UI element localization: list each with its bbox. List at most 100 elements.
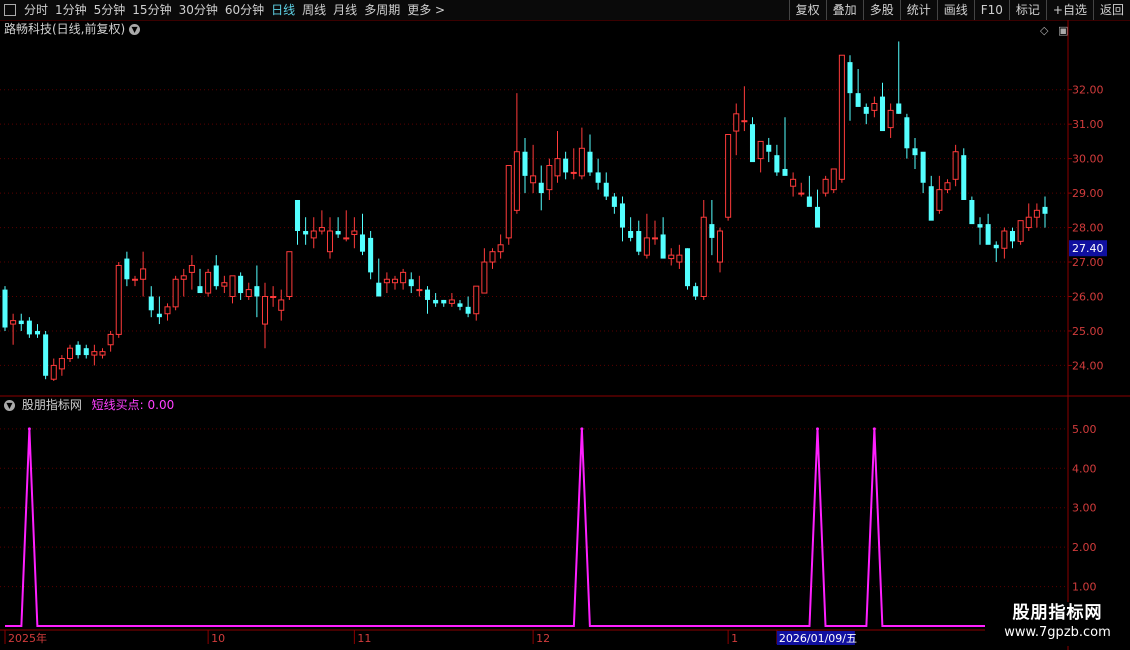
candle-body: [570, 171, 577, 174]
price-tick-label: 29.00: [1072, 187, 1104, 200]
candle-body: [465, 306, 471, 314]
candle-body: [782, 168, 788, 176]
candle-body: [148, 296, 154, 311]
candle-body: [343, 237, 350, 240]
candle-body: [424, 289, 431, 300]
candle-body: [359, 234, 366, 252]
candle-body: [538, 182, 544, 194]
price-tick-label: 25.00: [1072, 325, 1104, 338]
candle-body: [879, 96, 886, 132]
candle-body: [725, 134, 732, 218]
candle-body: [961, 155, 967, 200]
candle-body: [376, 282, 382, 297]
candle-body: [904, 117, 910, 149]
candle-body: [489, 251, 496, 263]
candle-body: [368, 237, 374, 273]
candle-body: [50, 364, 57, 380]
candle-body: [457, 303, 463, 307]
candle-body: [619, 203, 626, 228]
candle-body: [603, 182, 609, 197]
watermark-line2: www.7gpzb.com: [1004, 625, 1111, 640]
candle-body: [294, 199, 301, 232]
candle-body: [863, 106, 869, 114]
candle-body: [391, 278, 399, 284]
indicator-tick-label: 1.00: [1072, 581, 1097, 594]
candle-body: [433, 299, 439, 304]
candle-body: [709, 224, 715, 238]
date-label: 2025年: [8, 631, 47, 645]
candle-body: [643, 237, 650, 256]
candle-body: [628, 231, 634, 238]
candle-body: [636, 231, 642, 252]
candle-body: [245, 289, 252, 297]
candle-body: [595, 172, 601, 183]
candle-body: [131, 278, 139, 281]
date-label: 1: [731, 632, 738, 645]
candle-body: [75, 344, 81, 356]
candle-body: [408, 279, 414, 287]
candle-body: [1009, 231, 1016, 242]
candle-body: [26, 320, 32, 335]
candle-body: [34, 330, 41, 335]
candle-body: [741, 120, 748, 123]
indicator-peak-point: [27, 427, 31, 431]
indicator-line: [5, 428, 1045, 627]
candle-body: [254, 286, 260, 297]
candle-body: [513, 151, 520, 211]
candle-body: [58, 358, 65, 370]
candle-body: [855, 93, 861, 107]
indicator-peak-point: [816, 427, 819, 431]
candle-body: [270, 295, 277, 298]
indicator-tick-label: 5.00: [1072, 423, 1097, 436]
candle-body: [822, 178, 829, 194]
last-price-label: 27.40: [1072, 242, 1104, 255]
candle-body: [587, 151, 593, 173]
candle-body: [213, 265, 219, 287]
candle-body: [400, 271, 407, 284]
candle-body: [303, 231, 309, 235]
candle-body: [896, 103, 902, 114]
candle-body: [977, 224, 983, 228]
candle-body: [887, 109, 894, 129]
watermark-logo: 股朋指标网 www.7gpzb.com: [985, 602, 1130, 646]
candle-body: [83, 348, 89, 356]
date-highlight-label: 2026/01/09/五: [779, 632, 857, 645]
candle-body: [522, 151, 528, 176]
candle-body: [1001, 230, 1008, 249]
candle-body: [1025, 216, 1032, 229]
candle-body: [261, 295, 269, 325]
candle-body: [920, 151, 926, 183]
candle-body: [774, 155, 780, 173]
candle-body: [66, 347, 74, 360]
candle-body: [766, 144, 772, 152]
candle-body: [530, 175, 537, 184]
candle-body: [43, 334, 49, 376]
candle-body: [18, 320, 24, 325]
candle-body: [757, 140, 764, 160]
candle-body: [676, 254, 683, 263]
candle-body: [326, 230, 334, 253]
candle-body: [790, 178, 797, 187]
candle-body: [335, 231, 341, 235]
stock-chart[interactable]: 24.00 25.00 26.00 27.00 28.00 29.00 30.00 31.00…: [0, 0, 1130, 650]
candle-body: [693, 286, 699, 297]
candle-body: [806, 196, 812, 207]
candle-body: [798, 192, 805, 195]
candle-body: [716, 230, 724, 263]
price-tick-label: 30.00: [1072, 153, 1104, 166]
candle-body: [278, 299, 285, 311]
candle-body: [172, 278, 179, 308]
candle-body: [749, 124, 756, 163]
candle-body: [505, 165, 512, 239]
candle-body: [164, 306, 171, 315]
candle-body: [1042, 206, 1048, 214]
watermark-line1: 股朋指标网: [1012, 603, 1103, 623]
candle-body: [611, 196, 617, 207]
candle-body: [733, 113, 740, 132]
candle-body: [546, 165, 553, 191]
candle-body: [554, 158, 561, 177]
candle-body: [936, 189, 943, 211]
candle-body: [838, 54, 845, 180]
candle-body: [847, 62, 853, 94]
candle-body: [1033, 209, 1040, 218]
